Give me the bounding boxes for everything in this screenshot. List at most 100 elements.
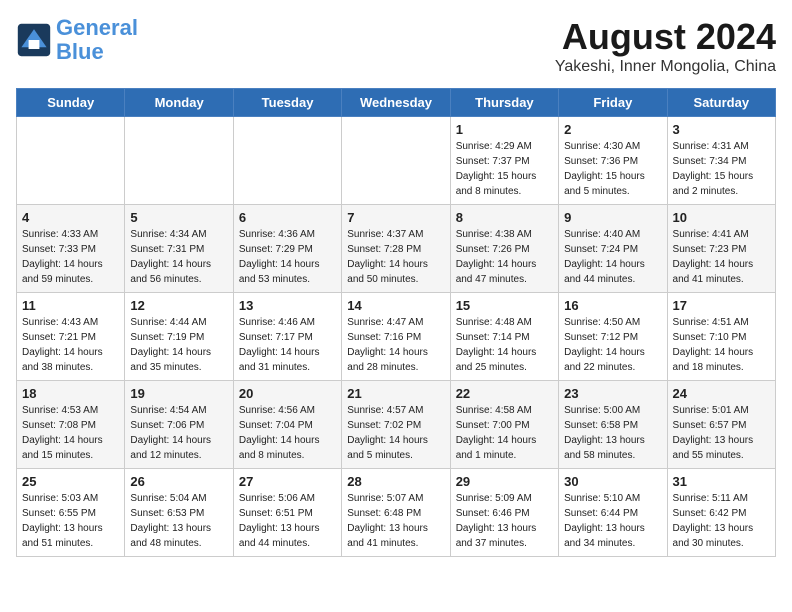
weekday-header: Saturday [667,89,775,117]
calendar-cell: 31Sunrise: 5:11 AM Sunset: 6:42 PM Dayli… [667,469,775,557]
calendar-cell: 19 Sunrise: 4:54 AM Sunset: 7:06 PM Dayli… [125,381,233,469]
page-header: General Blue August 2024 Yakeshi, Inner … [16,16,776,76]
day-number: 17 [673,298,770,313]
calendar-cell: 4Sunrise: 4:33 AM Sunset: 7:33 PM Daylig… [17,205,125,293]
calendar-cell: 8 Sunrise: 4:38 AM Sunset: 7:26 PM Daylig… [450,205,558,293]
day-number: 5 [130,210,227,225]
calendar-cell: 22 Sunrise: 4:58 AM Sunset: 7:00 PM Dayli… [450,381,558,469]
calendar-cell: 12 Sunrise: 4:44 AM Sunset: 7:19 PM Dayli… [125,293,233,381]
weekday-row: SundayMondayTuesdayWednesdayThursdayFrid… [17,89,776,117]
calendar-cell: 7 Sunrise: 4:37 AM Sunset: 7:28 PM Daylig… [342,205,450,293]
logo-blue: Blue [56,39,104,64]
day-number: 9 [564,210,661,225]
day-info: Sunrise: 5:01 AM Sunset: 6:57 PM Dayligh… [673,403,770,463]
day-info: Sunrise: 4:34 AM Sunset: 7:31 PM Dayligh… [130,227,227,287]
calendar-body: 1 Sunrise: 4:29 AM Sunset: 7:37 PM Daylig… [17,117,776,557]
day-number: 15 [456,298,553,313]
day-number: 18 [22,386,119,401]
title-block: August 2024 Yakeshi, Inner Mongolia, Chi… [555,16,776,76]
logo-text: General Blue [56,16,138,64]
calendar-cell: 27 Sunrise: 5:06 AM Sunset: 6:51 PM Dayli… [233,469,341,557]
day-number: 26 [130,474,227,489]
day-number: 11 [22,298,119,313]
calendar-cell: 13 Sunrise: 4:46 AM Sunset: 7:17 PM Dayli… [233,293,341,381]
day-info: Sunrise: 4:56 AM Sunset: 7:04 PM Dayligh… [239,403,336,463]
day-number: 6 [239,210,336,225]
day-info: Sunrise: 4:31 AM Sunset: 7:34 PM Dayligh… [673,139,770,199]
day-info: Sunrise: 4:58 AM Sunset: 7:00 PM Dayligh… [456,403,553,463]
day-number: 4 [22,210,119,225]
calendar-week-row: 11 Sunrise: 4:43 AM Sunset: 7:21 PM Dayli… [17,293,776,381]
day-info: Sunrise: 5:07 AM Sunset: 6:48 PM Dayligh… [347,491,444,551]
calendar-cell: 6 Sunrise: 4:36 AM Sunset: 7:29 PM Daylig… [233,205,341,293]
calendar-cell: 15 Sunrise: 4:48 AM Sunset: 7:14 PM Dayli… [450,293,558,381]
calendar-week-row: 4Sunrise: 4:33 AM Sunset: 7:33 PM Daylig… [17,205,776,293]
day-info: Sunrise: 5:10 AM Sunset: 6:44 PM Dayligh… [564,491,661,551]
day-info: Sunrise: 4:41 AM Sunset: 7:23 PM Dayligh… [673,227,770,287]
day-number: 20 [239,386,336,401]
day-number: 13 [239,298,336,313]
calendar-cell: 5 Sunrise: 4:34 AM Sunset: 7:31 PM Daylig… [125,205,233,293]
day-number: 14 [347,298,444,313]
day-number: 12 [130,298,227,313]
day-info: Sunrise: 4:54 AM Sunset: 7:06 PM Dayligh… [130,403,227,463]
calendar-cell: 21Sunrise: 4:57 AM Sunset: 7:02 PM Dayli… [342,381,450,469]
day-info: Sunrise: 5:03 AM Sunset: 6:55 PM Dayligh… [22,491,119,551]
day-number: 25 [22,474,119,489]
calendar-cell: 29 Sunrise: 5:09 AM Sunset: 6:46 PM Dayli… [450,469,558,557]
calendar-cell [342,117,450,205]
day-number: 16 [564,298,661,313]
day-number: 2 [564,122,661,137]
day-number: 31 [673,474,770,489]
day-info: Sunrise: 4:40 AM Sunset: 7:24 PM Dayligh… [564,227,661,287]
day-info: Sunrise: 4:44 AM Sunset: 7:19 PM Dayligh… [130,315,227,375]
calendar-cell: 2Sunrise: 4:30 AM Sunset: 7:36 PM Daylig… [559,117,667,205]
weekday-header: Tuesday [233,89,341,117]
calendar-cell: 16 Sunrise: 4:50 AM Sunset: 7:12 PM Dayli… [559,293,667,381]
day-number: 22 [456,386,553,401]
day-number: 3 [673,122,770,137]
calendar-title: August 2024 [555,16,776,58]
calendar-cell: 14 Sunrise: 4:47 AM Sunset: 7:16 PM Dayli… [342,293,450,381]
day-info: Sunrise: 4:36 AM Sunset: 7:29 PM Dayligh… [239,227,336,287]
day-info: Sunrise: 4:46 AM Sunset: 7:17 PM Dayligh… [239,315,336,375]
calendar-cell: 17 Sunrise: 4:51 AM Sunset: 7:10 PM Dayli… [667,293,775,381]
logo-general: General [56,15,138,40]
day-info: Sunrise: 4:48 AM Sunset: 7:14 PM Dayligh… [456,315,553,375]
day-info: Sunrise: 5:00 AM Sunset: 6:58 PM Dayligh… [564,403,661,463]
logo: General Blue [16,16,138,64]
day-info: Sunrise: 4:38 AM Sunset: 7:26 PM Dayligh… [456,227,553,287]
day-info: Sunrise: 4:51 AM Sunset: 7:10 PM Dayligh… [673,315,770,375]
day-number: 7 [347,210,444,225]
day-number: 30 [564,474,661,489]
weekday-header: Friday [559,89,667,117]
day-number: 1 [456,122,553,137]
calendar-cell: 9 Sunrise: 4:40 AM Sunset: 7:24 PM Daylig… [559,205,667,293]
day-number: 28 [347,474,444,489]
calendar-cell: 1 Sunrise: 4:29 AM Sunset: 7:37 PM Daylig… [450,117,558,205]
calendar-cell: 24 Sunrise: 5:01 AM Sunset: 6:57 PM Dayli… [667,381,775,469]
day-number: 27 [239,474,336,489]
day-number: 8 [456,210,553,225]
day-number: 24 [673,386,770,401]
calendar-cell [17,117,125,205]
calendar-week-row: 18 Sunrise: 4:53 AM Sunset: 7:08 PM Dayli… [17,381,776,469]
day-info: Sunrise: 5:06 AM Sunset: 6:51 PM Dayligh… [239,491,336,551]
day-number: 23 [564,386,661,401]
calendar-cell: 28 Sunrise: 5:07 AM Sunset: 6:48 PM Dayli… [342,469,450,557]
day-info: Sunrise: 4:53 AM Sunset: 7:08 PM Dayligh… [22,403,119,463]
logo-icon [16,22,52,58]
calendar-cell: 20 Sunrise: 4:56 AM Sunset: 7:04 PM Dayli… [233,381,341,469]
weekday-header: Monday [125,89,233,117]
day-number: 29 [456,474,553,489]
day-info: Sunrise: 4:57 AM Sunset: 7:02 PM Dayligh… [347,403,444,463]
day-info: Sunrise: 4:50 AM Sunset: 7:12 PM Dayligh… [564,315,661,375]
day-info: Sunrise: 4:37 AM Sunset: 7:28 PM Dayligh… [347,227,444,287]
day-info: Sunrise: 4:47 AM Sunset: 7:16 PM Dayligh… [347,315,444,375]
day-info: Sunrise: 5:09 AM Sunset: 6:46 PM Dayligh… [456,491,553,551]
day-info: Sunrise: 4:43 AM Sunset: 7:21 PM Dayligh… [22,315,119,375]
day-number: 19 [130,386,227,401]
weekday-header: Sunday [17,89,125,117]
day-info: Sunrise: 4:29 AM Sunset: 7:37 PM Dayligh… [456,139,553,199]
calendar-cell: 11 Sunrise: 4:43 AM Sunset: 7:21 PM Dayli… [17,293,125,381]
